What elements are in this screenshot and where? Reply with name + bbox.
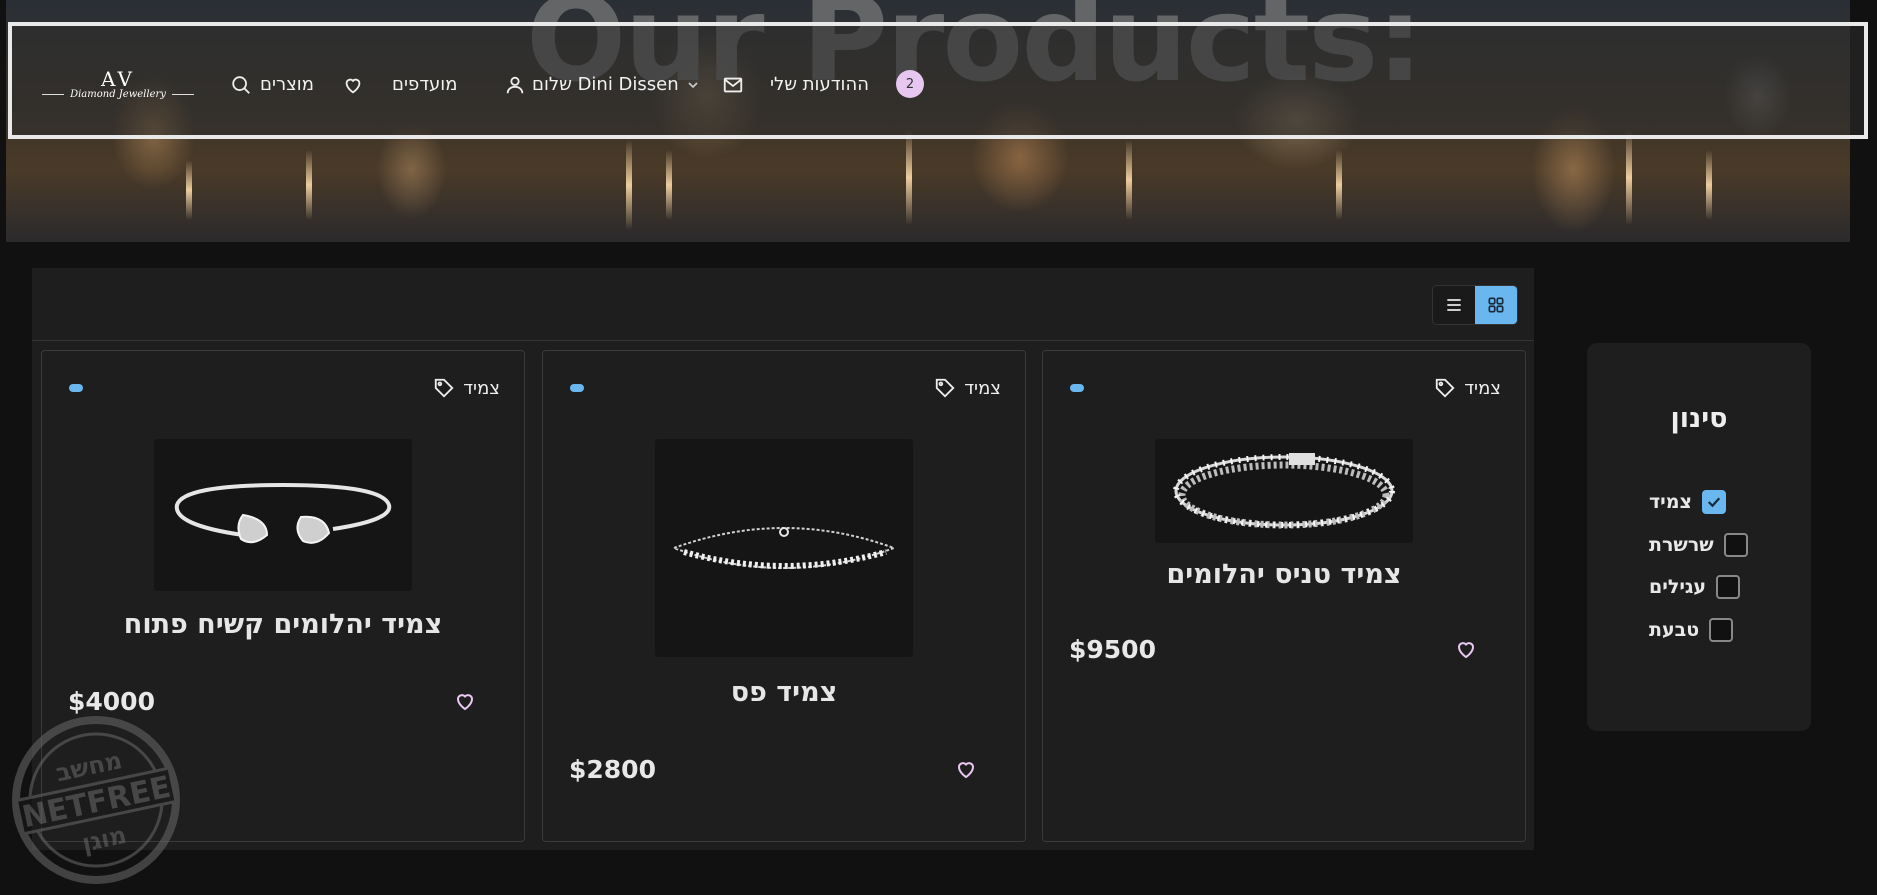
logo-mark: AV xyxy=(101,67,135,91)
product-price: $9500 xyxy=(1069,635,1156,664)
netfree-watermark-stamp: מחשב NETFREE מוגן xyxy=(12,716,180,884)
filter-option-bracelet[interactable]: צמיד xyxy=(1649,490,1726,514)
logo-line-left xyxy=(42,94,65,95)
product-card[interactable]: צמיד צמיד פס $2800 xyxy=(542,350,1026,842)
messages-count-badge[interactable]: 2 xyxy=(896,70,924,98)
category-tag-label: צמיד xyxy=(463,377,500,399)
top-navigation: AV Diamond Jewellery מוצרים מועדפים שלום… xyxy=(8,22,1868,139)
tennis-bracelet-image xyxy=(1173,453,1395,529)
filter-checkbox[interactable] xyxy=(1709,618,1734,642)
logo-subtitle-row: Diamond Jewellery xyxy=(42,89,194,100)
product-title[interactable]: צמיד יהלומים קשיח פתוח xyxy=(42,609,524,640)
product-title[interactable]: צמיד טניס יהלומים xyxy=(1043,559,1525,590)
nav-products-label: מוצרים xyxy=(260,74,314,95)
nav-favorites[interactable]: מועדפים xyxy=(342,26,457,143)
category-tag-label: צמיד xyxy=(964,377,1001,399)
filter-panel: סינון צמיד שרשרת עגילים טבעת xyxy=(1587,343,1811,731)
nav-messages[interactable]: ההודעות שלי xyxy=(722,26,869,143)
logo-line-right xyxy=(171,94,194,95)
nav-user-menu[interactable]: שלום Dini Dissen xyxy=(504,26,701,143)
filter-option-label: שרשרת xyxy=(1649,534,1714,556)
favorite-heart-icon[interactable] xyxy=(453,689,477,713)
filter-checkbox[interactable] xyxy=(1701,490,1726,514)
user-icon xyxy=(506,76,524,93)
chevron-down-icon xyxy=(688,81,698,88)
nav-messages-label: ההודעות שלי xyxy=(770,74,869,95)
grid-icon xyxy=(1488,297,1504,313)
checkmark-icon xyxy=(1707,497,1721,508)
tag-icon xyxy=(936,378,955,398)
category-tag: צמיד xyxy=(1434,377,1501,399)
logo[interactable]: AV Diamond Jewellery xyxy=(42,26,194,143)
search-icon xyxy=(232,75,250,94)
view-toggle xyxy=(1432,285,1518,325)
category-tag-label: צמיד xyxy=(1464,377,1501,399)
nav-greeting: שלום Dini Dissen xyxy=(532,74,679,95)
category-tag: צמיד xyxy=(433,377,500,399)
product-image[interactable] xyxy=(1155,439,1413,543)
filter-checkbox[interactable] xyxy=(1716,575,1741,599)
filter-option-earrings[interactable]: עגילים xyxy=(1649,575,1741,599)
category-tag: צמיד xyxy=(934,377,1001,399)
list-icon xyxy=(1447,299,1461,311)
mail-icon xyxy=(723,77,743,92)
product-title[interactable]: צמיד פס xyxy=(543,677,1025,708)
favorite-heart-icon[interactable] xyxy=(954,757,978,781)
product-price: $2800 xyxy=(569,755,656,784)
stamp-bottom-text: מוגן xyxy=(80,821,129,858)
filter-title: סינון xyxy=(1670,403,1728,434)
logo-subtitle: Diamond Jewellery xyxy=(70,89,166,100)
status-dot xyxy=(69,384,83,392)
chain-bracelet-image xyxy=(671,527,897,569)
list-view-button[interactable] xyxy=(1433,286,1475,324)
panel-toolbar xyxy=(32,268,1534,341)
filter-option-label: טבעת xyxy=(1649,619,1700,641)
open-bangle-image xyxy=(174,482,392,544)
filter-option-ring[interactable]: טבעת xyxy=(1649,618,1734,642)
heart-icon xyxy=(345,78,361,93)
stamp-middle-text: NETFREE xyxy=(19,770,174,836)
nav-favorites-label: מועדפים xyxy=(392,74,458,95)
tag-icon xyxy=(435,378,454,398)
product-image[interactable] xyxy=(154,439,412,591)
status-dot xyxy=(570,384,584,392)
filter-option-label: עגילים xyxy=(1649,576,1707,598)
product-card[interactable]: צמיד צמיד טניס יהלומים $9500 xyxy=(1042,350,1526,842)
filter-option-label: צמיד xyxy=(1649,491,1692,513)
product-image[interactable] xyxy=(655,439,913,657)
grid-view-button[interactable] xyxy=(1475,286,1517,324)
favorite-heart-icon[interactable] xyxy=(1454,637,1478,661)
filter-option-necklace[interactable]: שרשרת xyxy=(1649,533,1748,557)
tag-icon xyxy=(1436,378,1455,398)
status-dot xyxy=(1070,384,1084,392)
nav-products[interactable]: מוצרים xyxy=(230,26,314,143)
filter-checkbox[interactable] xyxy=(1723,533,1748,557)
